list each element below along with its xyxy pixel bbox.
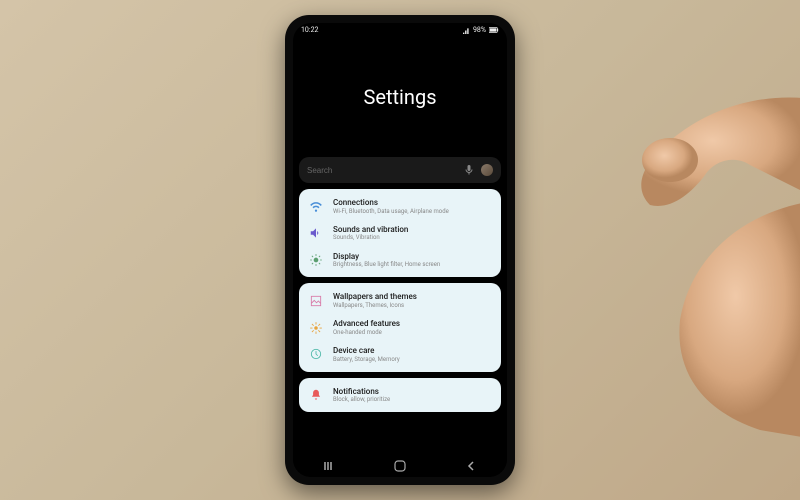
recent-icon: [324, 461, 334, 471]
settings-item-notif[interactable]: NotificationsBlock, allow, prioritize: [299, 382, 501, 409]
device-care-icon: [309, 347, 323, 361]
item-title: Advanced features: [333, 319, 491, 329]
display-icon: [309, 253, 323, 267]
item-text: DisplayBrightness, Blue light filter, Ho…: [333, 252, 491, 269]
settings-item-sound[interactable]: Sounds and vibrationSounds, Vibration: [299, 220, 501, 247]
status-bar: 10:22 98%: [293, 23, 507, 37]
item-title: Sounds and vibration: [333, 225, 491, 235]
nav-recent[interactable]: [314, 459, 344, 473]
settings-item-wallpaper[interactable]: Wallpapers and themesWallpapers, Themes,…: [299, 287, 501, 314]
wifi-icon: [309, 199, 323, 213]
item-title: Wallpapers and themes: [333, 292, 491, 302]
content-scroll[interactable]: ConnectionsWi-Fi, Bluetooth, Data usage,…: [293, 157, 507, 455]
item-subtitle: Wallpapers, Themes, Icons: [333, 302, 491, 309]
item-title: Notifications: [333, 387, 491, 397]
status-time: 10:22: [301, 26, 318, 34]
sound-icon: [309, 226, 323, 240]
item-text: Sounds and vibrationSounds, Vibration: [333, 225, 491, 242]
status-right: 98%: [463, 26, 499, 34]
mic-icon[interactable]: [463, 164, 475, 176]
settings-item-wifi[interactable]: ConnectionsWi-Fi, Bluetooth, Data usage,…: [299, 193, 501, 220]
item-title: Connections: [333, 198, 491, 208]
search-input[interactable]: [307, 166, 457, 175]
item-text: Advanced featuresOne-handed mode: [333, 319, 491, 336]
item-text: NotificationsBlock, allow, prioritize: [333, 387, 491, 404]
item-title: Device care: [333, 346, 491, 356]
item-subtitle: Brightness, Blue light filter, Home scre…: [333, 261, 491, 268]
hand-overlay: [540, 60, 800, 440]
settings-card: Wallpapers and themesWallpapers, Themes,…: [299, 283, 501, 371]
settings-card: NotificationsBlock, allow, prioritize: [299, 378, 501, 413]
nav-home[interactable]: [385, 459, 415, 473]
battery-icon: [489, 27, 499, 33]
item-text: Device careBattery, Storage, Memory: [333, 346, 491, 363]
advanced-icon: [309, 321, 323, 335]
signal-icon: [463, 27, 470, 34]
wallpaper-icon: [309, 294, 323, 308]
settings-item-display[interactable]: DisplayBrightness, Blue light filter, Ho…: [299, 247, 501, 274]
page-title: Settings: [363, 85, 436, 109]
item-subtitle: Sounds, Vibration: [333, 234, 491, 241]
avatar[interactable]: [481, 164, 493, 176]
item-subtitle: Block, allow, prioritize: [333, 396, 491, 403]
back-icon: [466, 461, 476, 471]
nav-bar: [293, 455, 507, 477]
screen: 10:22 98% Settings ConnectionsWi-Fi, Blu…: [293, 23, 507, 477]
phone-frame: 10:22 98% Settings ConnectionsWi-Fi, Blu…: [285, 15, 515, 485]
home-icon: [394, 460, 406, 472]
search-row[interactable]: [299, 157, 501, 183]
settings-item-advanced[interactable]: Advanced featuresOne-handed mode: [299, 314, 501, 341]
item-title: Display: [333, 252, 491, 262]
settings-card: ConnectionsWi-Fi, Bluetooth, Data usage,…: [299, 189, 501, 277]
settings-item-care[interactable]: Device careBattery, Storage, Memory: [299, 341, 501, 368]
item-subtitle: One-handed mode: [333, 329, 491, 336]
item-subtitle: Battery, Storage, Memory: [333, 356, 491, 363]
page-header: Settings: [293, 37, 507, 157]
item-text: ConnectionsWi-Fi, Bluetooth, Data usage,…: [333, 198, 491, 215]
nav-back[interactable]: [456, 459, 486, 473]
battery-text: 98%: [473, 26, 486, 34]
item-text: Wallpapers and themesWallpapers, Themes,…: [333, 292, 491, 309]
notifications-icon: [309, 388, 323, 402]
item-subtitle: Wi-Fi, Bluetooth, Data usage, Airplane m…: [333, 208, 491, 215]
